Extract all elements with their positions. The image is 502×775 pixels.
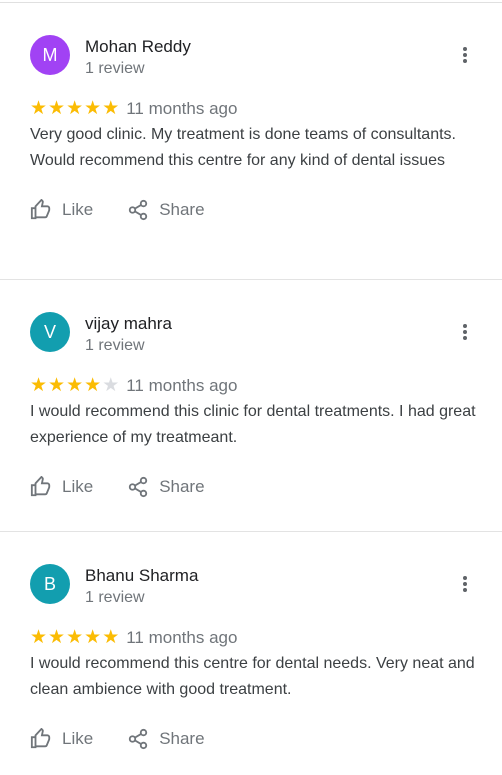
like-label: Like bbox=[62, 477, 94, 496]
share-label: Share bbox=[159, 200, 205, 219]
more-options-icon[interactable] bbox=[462, 576, 468, 596]
share-icon bbox=[129, 199, 148, 221]
reviewer-name[interactable]: Bhanu Sharma bbox=[85, 566, 198, 586]
star-filled-icon: ★ bbox=[48, 375, 66, 396]
avatar[interactable]: B bbox=[30, 564, 70, 604]
review-count: 1 review bbox=[85, 589, 145, 606]
thumbs-up-icon bbox=[30, 476, 51, 497]
review-card: B Bhanu Sharma 1 review ★ ★ ★ ★ ★ 11 months … bbox=[0, 532, 502, 774]
share-icon bbox=[129, 476, 148, 498]
star-filled-icon: ★ bbox=[102, 98, 120, 119]
share-label: Share bbox=[159, 477, 205, 496]
avatar[interactable]: V bbox=[30, 312, 70, 352]
star-filled-icon: ★ bbox=[48, 627, 66, 648]
review-time: 11 months ago bbox=[126, 628, 238, 647]
like-label: Like bbox=[62, 729, 94, 748]
like-button[interactable]: Like bbox=[30, 476, 93, 498]
review-text: I would recommend this clinic for dental… bbox=[30, 403, 476, 446]
avatar[interactable]: M bbox=[30, 35, 70, 75]
review-text: Very good clinic. My treatment is done t… bbox=[30, 126, 456, 169]
star-rating: ★ ★ ★ ★ ★ bbox=[30, 376, 120, 396]
review-time: 11 months ago bbox=[126, 376, 238, 395]
star-filled-icon: ★ bbox=[66, 627, 84, 648]
star-filled-icon: ★ bbox=[30, 375, 48, 396]
share-button[interactable]: Share bbox=[127, 199, 205, 221]
like-label: Like bbox=[62, 200, 94, 219]
star-filled-icon: ★ bbox=[66, 98, 84, 119]
review-text: I would recommend this centre for dental… bbox=[30, 655, 475, 698]
star-filled-icon: ★ bbox=[102, 627, 120, 648]
share-label: Share bbox=[159, 729, 205, 748]
star-filled-icon: ★ bbox=[30, 98, 48, 119]
like-button[interactable]: Like bbox=[30, 728, 93, 750]
thumbs-up-icon bbox=[30, 728, 51, 749]
more-options-icon[interactable] bbox=[462, 47, 468, 67]
star-filled-icon: ★ bbox=[84, 375, 102, 396]
more-options-icon[interactable] bbox=[462, 324, 468, 344]
review-count: 1 review bbox=[85, 60, 145, 77]
thumbs-up-icon bbox=[30, 199, 51, 220]
star-filled-icon: ★ bbox=[84, 627, 102, 648]
star-empty-icon: ★ bbox=[102, 375, 120, 396]
star-filled-icon: ★ bbox=[84, 98, 102, 119]
like-button[interactable]: Like bbox=[30, 199, 93, 221]
review-count: 1 review bbox=[85, 337, 145, 354]
share-button[interactable]: Share bbox=[127, 476, 205, 498]
star-filled-icon: ★ bbox=[48, 98, 66, 119]
star-filled-icon: ★ bbox=[66, 375, 84, 396]
review-card: M Mohan Reddy 1 review ★ ★ ★ ★ ★ 11 months a… bbox=[0, 3, 502, 280]
reviewer-name[interactable]: vijay mahra bbox=[85, 314, 172, 334]
star-filled-icon: ★ bbox=[30, 627, 48, 648]
reviewer-name[interactable]: Mohan Reddy bbox=[85, 37, 191, 57]
star-rating: ★ ★ ★ ★ ★ bbox=[30, 99, 120, 119]
share-button[interactable]: Share bbox=[127, 728, 205, 750]
share-icon bbox=[129, 728, 148, 750]
review-card: V vijay mahra 1 review ★ ★ ★ ★ ★ 11 months a… bbox=[0, 280, 502, 532]
star-rating: ★ ★ ★ ★ ★ bbox=[30, 628, 120, 648]
review-time: 11 months ago bbox=[126, 99, 238, 118]
